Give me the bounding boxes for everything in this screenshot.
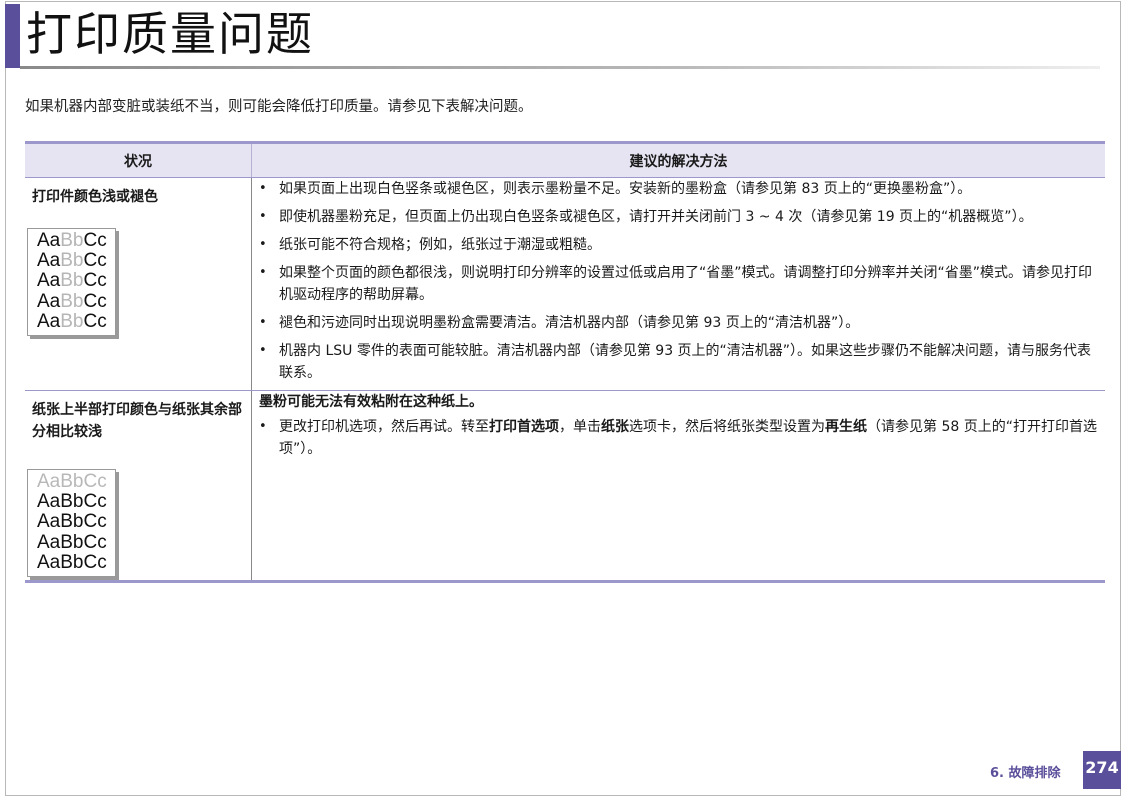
sample-line: AaBbCc	[37, 471, 107, 492]
sample-line: AaBbCc	[37, 270, 107, 292]
condition-label: 打印件颜色浅或褪色	[32, 189, 158, 205]
tab-name-paper: 纸张	[601, 419, 629, 435]
condition-label: 纸张上半部打印颜色与纸张其余部分相比较浅	[32, 402, 242, 440]
header-condition: 状况	[25, 141, 252, 178]
sample-line: AaBbCc	[37, 531, 107, 553]
table-row: 打印件颜色浅或褪色 AaBbCc AaBbCc AaBbCc AaBbCc Aa…	[25, 177, 1105, 391]
paper-type-recycled: 再生纸	[825, 419, 867, 435]
list-item: 即使机器墨粉充足，但页面上仍出现白色竖条或褪色区，请打开并关闭前门 3 ~ 4 …	[252, 206, 1105, 228]
solution-cell: 墨粉可能无法有效粘附在这种纸上。 更改打印机选项，然后再试。转至打印首选项，单击…	[251, 390, 1105, 583]
solution-list: 如果页面上出现白色竖条或褪色区，则表示墨粉量不足。安装新的墨粉盒（请参见第 83…	[252, 178, 1105, 384]
sample-line: AaBbCc	[37, 491, 107, 513]
table-row: 纸张上半部打印颜色与纸张其余部分相比较浅 AaBbCc AaBbCc AaBbC…	[25, 390, 1105, 583]
page-number-badge: 274	[1083, 751, 1121, 789]
faded-print-sample-image: AaBbCc AaBbCc AaBbCc AaBbCc AaBbCc	[27, 228, 116, 336]
troubleshooting-table: 状况 建议的解决方法 打印件颜色浅或褪色 AaBbCc AaBbCc AaBbC…	[25, 141, 1105, 583]
title-accent-bar	[5, 4, 20, 68]
top-faded-print-sample-image: AaBbCc AaBbCc AaBbCc AaBbCc AaBbCc	[27, 469, 116, 577]
sample-line: AaBbCc	[37, 551, 107, 573]
sample-line: AaBbCc	[37, 511, 107, 533]
list-item: 更改打印机选项，然后再试。转至打印首选项，单击纸张选项卡，然后将纸张类型设置为再…	[252, 416, 1105, 460]
sample-line: AaBbCc	[37, 290, 107, 312]
list-item: 纸张可能不符合规格；例如，纸张过于潮湿或粗糙。	[252, 234, 1105, 256]
list-item: 如果页面上出现白色竖条或褪色区，则表示墨粉量不足。安装新的墨粉盒（请参见第 83…	[252, 178, 1105, 200]
condition-cell: 打印件颜色浅或褪色 AaBbCc AaBbCc AaBbCc AaBbCc Aa…	[25, 177, 252, 391]
menu-name-print-preferences: 打印首选项	[489, 419, 559, 435]
title-rule	[20, 66, 1100, 69]
sample-line: AaBbCc	[37, 310, 107, 332]
solution-title: 墨粉可能无法有效粘附在这种纸上。	[259, 394, 483, 410]
list-item: 如果整个页面的颜色都很浅，则说明打印分辨率的设置过低或启用了“省墨”模式。请调整…	[252, 262, 1105, 306]
solution-list: 更改打印机选项，然后再试。转至打印首选项，单击纸张选项卡，然后将纸张类型设置为再…	[252, 416, 1105, 460]
list-item: 机器内 LSU 零件的表面可能较脏。清洁机器内部（请参见第 93 页上的“清洁机…	[252, 340, 1105, 384]
intro-text: 如果机器内部变脏或装纸不当，则可能会降低打印质量。请参见下表解决问题。	[25, 99, 533, 115]
sample-line: AaBbCc	[37, 230, 107, 251]
table-header-row: 状况 建议的解决方法	[25, 141, 1105, 178]
solution-cell: 如果页面上出现白色竖条或褪色区，则表示墨粉量不足。安装新的墨粉盒（请参见第 83…	[251, 177, 1105, 391]
page-title: 打印质量问题	[26, 7, 314, 61]
footer-chapter: 6. 故障排除	[990, 766, 1061, 781]
header-solution: 建议的解决方法	[251, 141, 1105, 178]
list-item: 褪色和污迹同时出现说明墨粉盒需要清洁。清洁机器内部（请参见第 93 页上的“清洁…	[252, 312, 1105, 334]
condition-cell: 纸张上半部打印颜色与纸张其余部分相比较浅 AaBbCc AaBbCc AaBbC…	[25, 390, 252, 583]
sample-line: AaBbCc	[37, 250, 107, 272]
